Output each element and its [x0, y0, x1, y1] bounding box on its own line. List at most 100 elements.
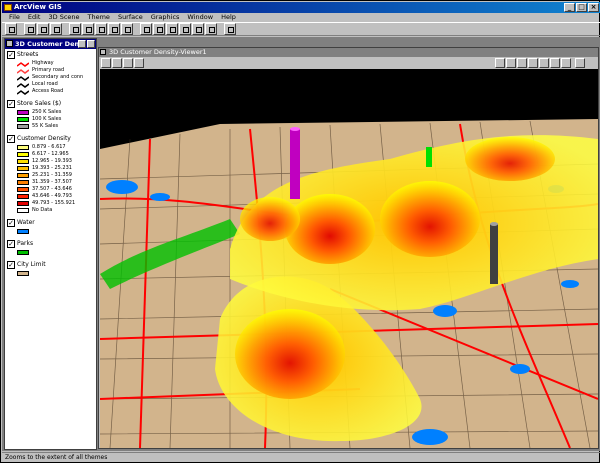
legend-entry	[17, 249, 94, 255]
menu-theme[interactable]: Theme	[84, 13, 114, 22]
menu-surface[interactable]: Surface	[114, 13, 147, 22]
open-table-icon[interactable]	[69, 23, 81, 35]
theme-name: Store Sales ($)	[17, 100, 62, 107]
legend-label: Highway	[32, 60, 54, 66]
legend-color-swatch	[17, 207, 29, 213]
toc-window-titlebar[interactable]: 3D Customer Den...	[5, 39, 96, 49]
3d-map-scene[interactable]	[100, 69, 598, 448]
legend-label: 250 K Sales	[32, 109, 62, 115]
view-help-icon[interactable]	[575, 58, 585, 68]
menu-file[interactable]: File	[5, 13, 24, 22]
density-peak-south	[235, 309, 345, 399]
status-text: Zooms to the extent of all themes	[5, 454, 108, 461]
edit-legend-icon[interactable]	[50, 23, 62, 35]
view-zoom-out-icon[interactable]	[550, 58, 560, 68]
theme-entry[interactable]: ✓ City Limit	[7, 261, 94, 276]
scene-properties-icon[interactable]	[495, 58, 505, 68]
menu-window[interactable]: Window	[183, 13, 217, 22]
theme-entry[interactable]: ✓ Store Sales ($) 250 K Sales 100 K Sales 55…	[7, 100, 94, 129]
zoom-in-icon[interactable]	[179, 23, 191, 35]
legend-label: 0.879 - 6.617	[32, 144, 66, 150]
zoom-tool-icon[interactable]	[123, 58, 133, 68]
store-sales-bar-250k[interactable]	[290, 129, 300, 199]
store-sales-bar-55k-top	[490, 222, 498, 226]
table-of-contents-window: 3D Customer Den... ✓ Streets Highway Primar…	[4, 38, 97, 450]
legend-line-symbol	[16, 68, 30, 74]
3d-surface-render	[100, 69, 598, 448]
viewer-toolbar	[99, 57, 598, 69]
query-builder-icon[interactable]	[82, 23, 94, 35]
minimize-button[interactable]: _	[564, 3, 575, 12]
legend-label: 43.646 - 49.793	[32, 193, 72, 199]
find-icon[interactable]	[108, 23, 120, 35]
zoom-previous-icon[interactable]	[205, 23, 217, 35]
toc-maximize-button[interactable]	[87, 40, 95, 48]
theme-visibility-checkbox[interactable]: ✓	[7, 100, 15, 108]
maximize-button[interactable]: □	[576, 3, 587, 12]
legend-entry: 55 K Sales	[17, 123, 94, 129]
locate-icon[interactable]	[95, 23, 107, 35]
3d-scene-viewer-window: 3D Customer Density-Viewer1	[98, 47, 599, 449]
view-previous-icon[interactable]	[561, 58, 571, 68]
title-bar[interactable]: ArcView GIS _ □ ×	[2, 2, 600, 13]
identify-icon[interactable]	[101, 58, 111, 68]
viewer-window-icon	[100, 49, 106, 55]
close-button[interactable]: ×	[588, 3, 599, 12]
legend-color-swatch	[17, 249, 29, 255]
zoom-to-themes-icon[interactable]	[153, 23, 165, 35]
save-project-icon[interactable]	[5, 23, 17, 35]
legend-color-swatch	[17, 270, 29, 276]
theme-name: Streets	[17, 51, 39, 58]
legend-entry	[17, 270, 94, 276]
legend-entry: 43.646 - 49.793	[17, 193, 94, 199]
zoom-out-icon[interactable]	[192, 23, 204, 35]
legend-label: 25.231 - 31.359	[32, 172, 72, 178]
theme-entry[interactable]: ✓ Parks	[7, 240, 94, 255]
view-extent-icon[interactable]	[506, 58, 516, 68]
viewer-titlebar[interactable]: 3D Customer Density-Viewer1	[99, 48, 598, 57]
theme-visibility-checkbox[interactable]: ✓	[7, 135, 15, 143]
zoom-to-selected-icon[interactable]	[166, 23, 178, 35]
select-by-theme-icon[interactable]	[121, 23, 133, 35]
legend-label: Local road	[32, 81, 58, 87]
pan-tool-icon[interactable]	[134, 58, 144, 68]
legend-entry: 12.965 - 19.393	[17, 158, 94, 164]
theme-entry[interactable]: ✓ Customer Density 0.879 - 6.617 6.617 - 12…	[7, 135, 94, 213]
legend-label: 49.793 - 155.921	[32, 200, 76, 206]
theme-visibility-checkbox[interactable]: ✓	[7, 261, 15, 269]
view-window-icon	[6, 40, 13, 47]
zoom-full-extent-icon[interactable]	[140, 23, 152, 35]
legend-label: Primary road	[32, 67, 65, 73]
navigate-icon[interactable]	[112, 58, 122, 68]
toc-minimize-button[interactable]	[78, 40, 86, 48]
theme-name: Customer Density	[17, 135, 71, 142]
density-peak-central	[285, 194, 375, 264]
menu-graphics[interactable]: Graphics	[147, 13, 184, 22]
help-icon[interactable]	[224, 23, 236, 35]
legend-entry: 6.617 - 12.965	[17, 151, 94, 157]
viewer-window-title: 3D Customer Density-Viewer1	[109, 48, 207, 56]
theme-entry[interactable]: ✓ Water	[7, 219, 94, 234]
store-sales-bar-55k[interactable]	[490, 224, 498, 284]
store-sales-bar-100k[interactable]	[426, 147, 432, 167]
legend-entry: 250 K Sales	[17, 109, 94, 115]
theme-visibility-checkbox[interactable]: ✓	[7, 51, 15, 59]
menu-3d-scene[interactable]: 3D Scene	[44, 13, 83, 22]
rotate-icon[interactable]	[528, 58, 538, 68]
theme-entry[interactable]: ✓ Streets Highway Primary road Secondary and…	[7, 51, 94, 95]
store-sales-bar-250k-top	[290, 127, 300, 131]
legend-color-swatch	[17, 186, 29, 192]
theme-properties-icon[interactable]	[37, 23, 49, 35]
legend-label: 37.507 - 43.646	[32, 186, 72, 192]
view-zoom-in-icon[interactable]	[539, 58, 549, 68]
legend-color-swatch	[17, 109, 29, 115]
menu-help[interactable]: Help	[217, 13, 240, 22]
main-toolbar	[2, 22, 600, 36]
view-selected-icon[interactable]	[517, 58, 527, 68]
theme-name: Water	[17, 219, 35, 226]
menu-edit[interactable]: Edit	[24, 13, 45, 22]
theme-visibility-checkbox[interactable]: ✓	[7, 219, 15, 227]
legend-color-swatch	[17, 200, 29, 206]
theme-visibility-checkbox[interactable]: ✓	[7, 240, 15, 248]
add-theme-icon[interactable]	[24, 23, 36, 35]
